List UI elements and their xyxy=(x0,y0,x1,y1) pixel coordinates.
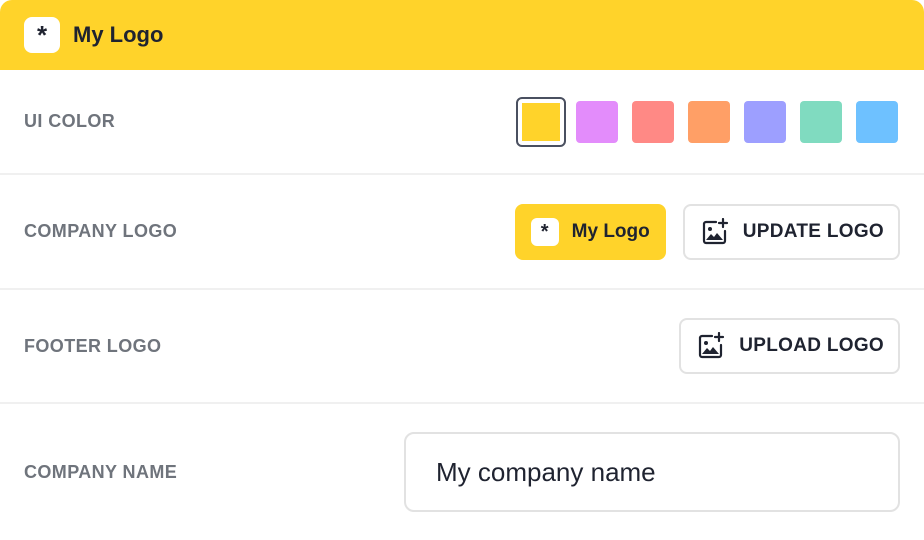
footer-logo-row: FOOTER LOGO UPLOAD LOGO xyxy=(0,290,924,404)
color-swatch-yellow[interactable] xyxy=(516,96,566,147)
company-name-row: COMPANY NAME xyxy=(0,404,924,540)
company-name-label: COMPANY NAME xyxy=(24,461,178,482)
color-swatch-sky[interactable] xyxy=(856,100,898,143)
color-swatch-orange[interactable] xyxy=(688,100,730,143)
company-logo-actions: * My Logo UPDATE LOGO xyxy=(514,203,900,260)
header-title: My Logo xyxy=(73,22,164,47)
color-swatch-mint[interactable] xyxy=(800,100,842,143)
asterisk-logo-icon: * xyxy=(24,17,60,53)
ui-color-row: UI COLOR xyxy=(0,70,924,175)
asterisk-logo-icon: * xyxy=(530,217,559,246)
color-swatch-coral[interactable] xyxy=(632,100,674,143)
company-logo-label: COMPANY LOGO xyxy=(24,221,178,241)
add-image-icon xyxy=(697,332,725,360)
branding-settings-card: * My Logo UI COLOR COMPANY LOGO * My Log… xyxy=(0,0,924,540)
company-logo-preview: * My Logo xyxy=(514,203,666,260)
company-name-input[interactable] xyxy=(404,432,900,512)
company-logo-preview-text: My Logo xyxy=(571,220,650,242)
upload-logo-button-label: UPLOAD LOGO xyxy=(739,335,884,356)
color-swatch-violet[interactable] xyxy=(576,100,618,143)
color-swatch-list xyxy=(516,96,900,147)
update-logo-button-label: UPDATE LOGO xyxy=(742,220,884,242)
upload-logo-button[interactable]: UPLOAD LOGO xyxy=(679,318,900,374)
update-logo-button[interactable]: UPDATE LOGO xyxy=(682,203,900,260)
add-image-icon xyxy=(701,217,729,246)
company-logo-row: COMPANY LOGO * My Logo UPDATE LOGO xyxy=(0,175,924,290)
ui-color-label: UI COLOR xyxy=(24,111,116,131)
color-swatch-periwinkle[interactable] xyxy=(744,100,786,143)
footer-logo-label: FOOTER LOGO xyxy=(24,335,162,356)
header-bar: * My Logo xyxy=(0,0,924,70)
